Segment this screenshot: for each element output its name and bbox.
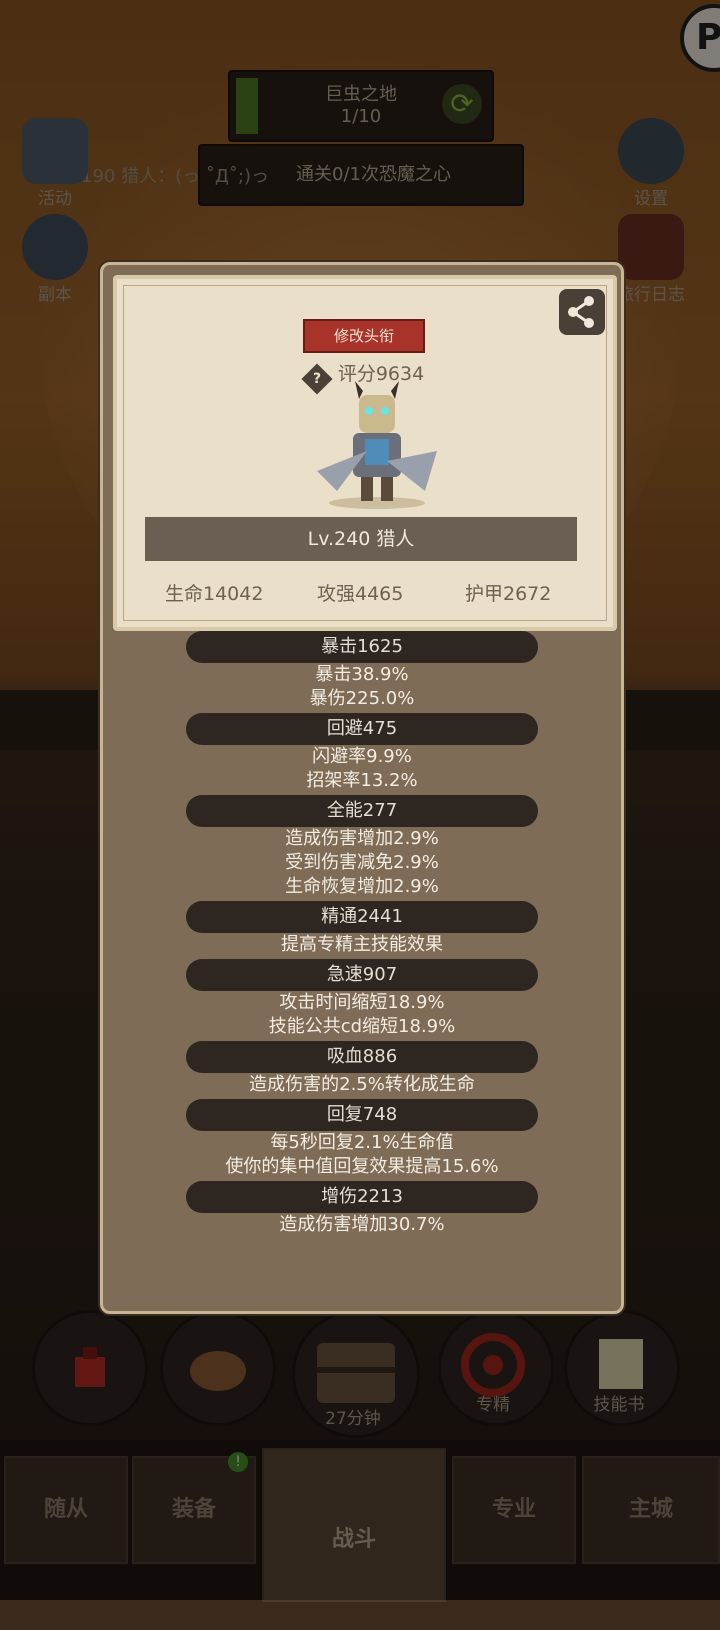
stat-detail: 暴击38.9% — [315, 664, 409, 685]
edit-title-button[interactable]: 修改头衔 — [303, 319, 425, 353]
share-button[interactable] — [559, 289, 605, 335]
stat-header-leech: 吸血886 — [186, 1041, 538, 1073]
stat-header-crit: 暴击1625 — [186, 631, 538, 663]
stat-detail: 造成伤害的2.5%转化成生命 — [249, 1074, 475, 1095]
stat-detail: 技能公共cd缩短18.9% — [268, 1016, 456, 1037]
hunter-character-portrait — [317, 381, 437, 509]
stat-detail: 闪避率9.9% — [312, 746, 412, 767]
stat-detail: 生命恢复增加2.9% — [285, 876, 439, 897]
share-icon — [568, 296, 594, 328]
stat-detail: 提高专精主技能效果 — [281, 934, 443, 955]
stat-detail: 招架率13.2% — [306, 770, 418, 791]
stat-detail: 造成伤害增加2.9% — [285, 828, 439, 849]
stat-detail: 攻击时间缩短18.9% — [279, 992, 445, 1013]
stat-header-mastery: 精通2441 — [186, 901, 538, 933]
stat-detail: 每5秒回复2.1%生命值 — [270, 1132, 454, 1153]
stat-detail: 暴伤225.0% — [309, 688, 415, 709]
stat-header-avoidance: 回避475 — [186, 713, 538, 745]
stats-list: 暴击1625 暴击38.9% 暴伤225.0% 回避475 闪避率9.9% 招架… — [103, 631, 621, 1237]
stat-detail: 受到伤害减免2.9% — [285, 852, 439, 873]
base-stat-health: 生命14042 — [165, 583, 264, 605]
stat-header-damage-increase: 增伤2213 — [186, 1181, 538, 1213]
stat-detail: 造成伤害增加30.7% — [279, 1214, 445, 1235]
character-stats-modal: 修改头衔 ? 评分9634 Lv.240 猎人 生命14042 攻强4465 护… — [100, 262, 624, 1314]
character-card: 修改头衔 ? 评分9634 Lv.240 猎人 生命14042 攻强4465 护… — [113, 275, 617, 631]
stat-header-versatility: 全能277 — [186, 795, 538, 827]
base-stat-armor: 护甲2672 — [465, 583, 552, 605]
stat-header-recovery: 回复748 — [186, 1099, 538, 1131]
stat-header-haste: 急速907 — [186, 959, 538, 991]
base-stat-attack-power: 攻强4465 — [317, 583, 404, 605]
stat-detail: 使你的集中值回复效果提高15.6% — [225, 1156, 499, 1177]
level-class-banner: Lv.240 猎人 — [145, 517, 577, 561]
